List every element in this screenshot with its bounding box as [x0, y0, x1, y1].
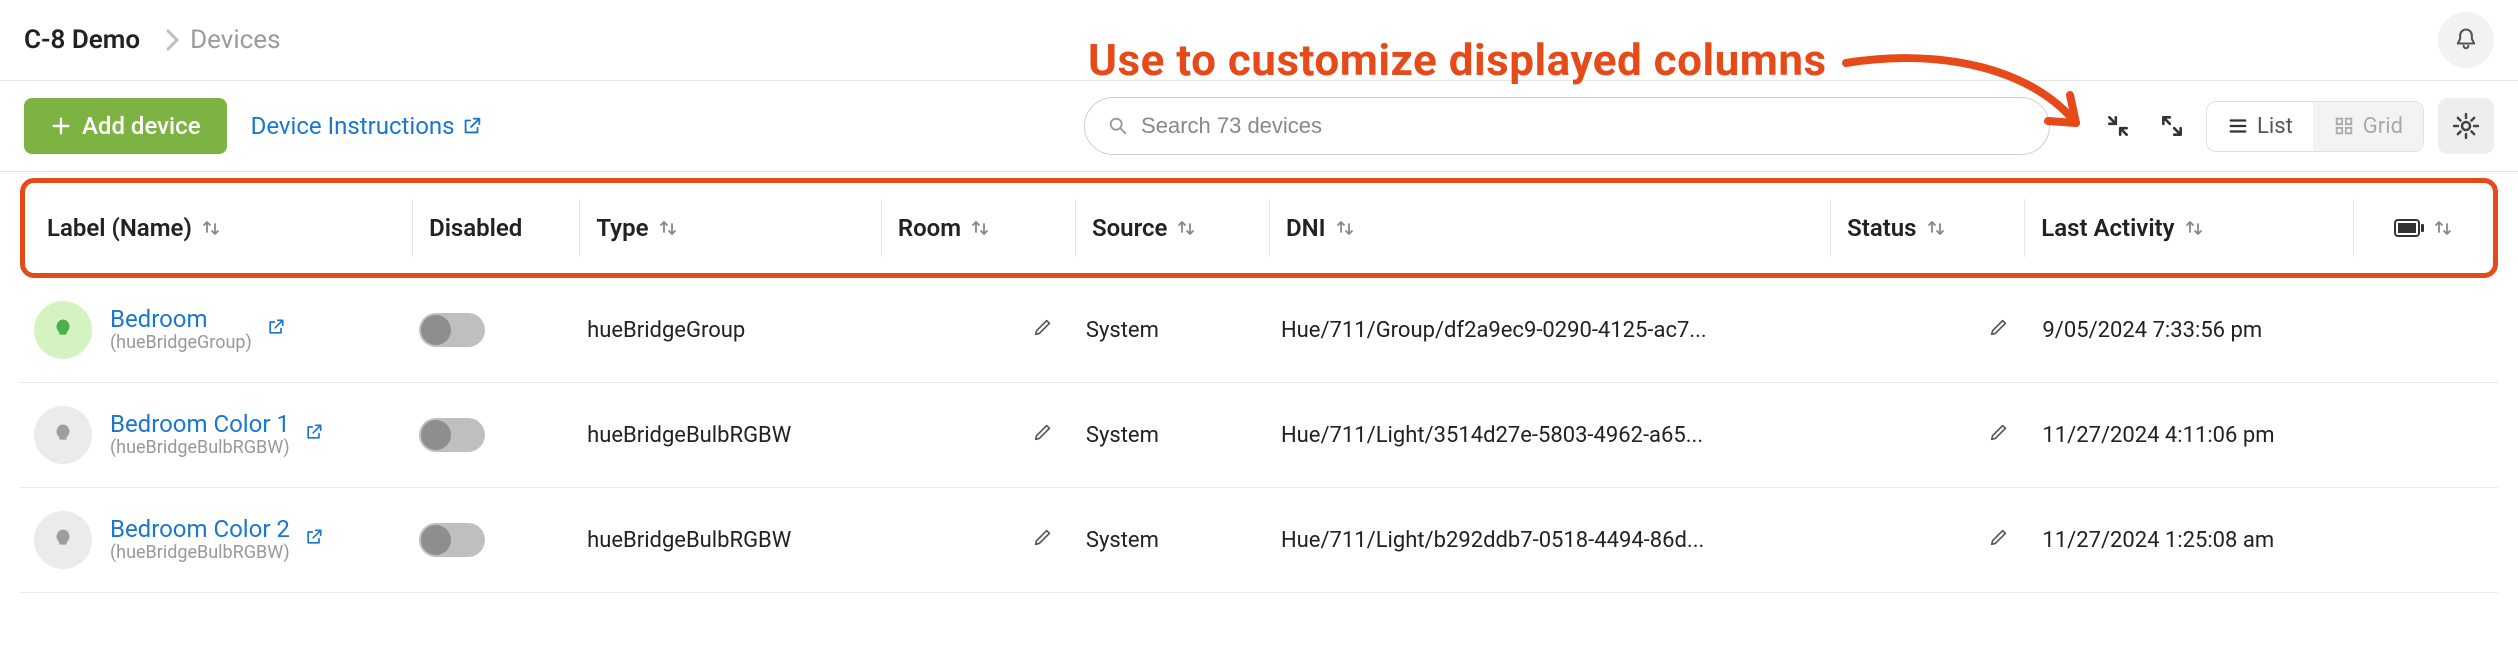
- cell-status: [1831, 421, 2026, 449]
- device-subtype: (hueBridgeBulbRGBW): [110, 543, 290, 564]
- table-body: Bedroom(hueBridgeGroup) hueBridgeGroup Sys…: [20, 278, 2498, 593]
- view-grid-button[interactable]: Grid: [2313, 102, 2423, 151]
- sort-icon: [2185, 218, 2203, 238]
- col-label[interactable]: Label (Name): [25, 199, 412, 257]
- cell-status: [1831, 316, 2026, 344]
- add-device-button[interactable]: Add device: [24, 98, 227, 154]
- sort-icon: [2434, 218, 2452, 238]
- cell-activity: 11/27/2024 1:25:08 am: [2026, 528, 2357, 553]
- search-input-wrapper[interactable]: [1084, 97, 2050, 155]
- col-type[interactable]: Type: [579, 199, 881, 257]
- disabled-toggle[interactable]: [419, 523, 485, 557]
- add-device-label: Add device: [82, 112, 201, 140]
- edit-room-button[interactable]: [1032, 526, 1054, 554]
- table-row: Bedroom(hueBridgeGroup) hueBridgeGroup Sys…: [20, 278, 2498, 383]
- view-list-button[interactable]: List: [2207, 102, 2313, 151]
- plus-icon: [50, 115, 72, 137]
- gear-icon: [2451, 111, 2481, 141]
- table-row: Bedroom Color 1(hueBridgeBulbRGBW) hueBri…: [20, 383, 2498, 488]
- table-header: Label (Name) Disabled Type Room Source D…: [20, 178, 2498, 278]
- list-icon: [2227, 115, 2249, 137]
- cell-dni: Hue/711/Light/b292ddb7-0518-4494-86d...: [1265, 528, 1831, 553]
- view-toggle: List Grid: [2206, 101, 2424, 152]
- cell-label: Bedroom(hueBridgeGroup): [20, 301, 403, 359]
- sort-icon: [1336, 218, 1354, 238]
- device-subtype: (hueBridgeGroup): [110, 333, 252, 354]
- edit-status-button[interactable]: [1988, 526, 2010, 554]
- device-state-icon[interactable]: [34, 406, 92, 464]
- open-device-button[interactable]: [266, 317, 286, 343]
- view-grid-label: Grid: [2363, 114, 2403, 139]
- bulb-icon: [49, 316, 77, 344]
- cell-status: [1831, 526, 2026, 554]
- col-disabled[interactable]: Disabled: [412, 199, 579, 257]
- notifications-button[interactable]: [2438, 12, 2494, 68]
- device-state-icon[interactable]: [34, 511, 92, 569]
- col-battery[interactable]: [2353, 199, 2493, 257]
- col-dni[interactable]: DNI: [1269, 199, 1830, 257]
- breadcrumb-leaf: Devices: [190, 25, 280, 55]
- edit-status-button[interactable]: [1988, 316, 2010, 344]
- breadcrumb-root[interactable]: C-8 Demo: [24, 25, 140, 55]
- col-room[interactable]: Room: [881, 199, 1075, 257]
- collapse-button[interactable]: [2098, 106, 2138, 146]
- cell-room: [875, 316, 1070, 344]
- open-device-button[interactable]: [304, 422, 324, 448]
- device-label-link[interactable]: Bedroom Color 1: [110, 411, 290, 439]
- chevron-right-icon: [164, 28, 180, 52]
- col-status[interactable]: Status: [1830, 199, 2024, 257]
- cell-disabled: [403, 523, 571, 557]
- col-source[interactable]: Source: [1075, 199, 1269, 257]
- cell-dni: Hue/711/Group/df2a9ec9-0290-4125-ac7...: [1265, 318, 1831, 343]
- cell-activity: 11/27/2024 4:11:06 pm: [2026, 423, 2357, 448]
- cell-label: Bedroom Color 2(hueBridgeBulbRGBW): [20, 511, 403, 569]
- sort-icon: [659, 218, 677, 238]
- expand-icon: [2159, 113, 2185, 139]
- device-instructions-link[interactable]: Device Instructions: [251, 112, 483, 140]
- disabled-toggle[interactable]: [419, 418, 485, 452]
- cell-label: Bedroom Color 1(hueBridgeBulbRGBW): [20, 406, 403, 464]
- grid-icon: [2333, 115, 2355, 137]
- device-instructions-label: Device Instructions: [251, 112, 455, 140]
- sort-icon: [1927, 218, 1945, 238]
- cell-type: hueBridgeBulbRGBW: [571, 528, 875, 553]
- cell-disabled: [403, 313, 571, 347]
- disabled-toggle[interactable]: [419, 313, 485, 347]
- table-row: Bedroom Color 2(hueBridgeBulbRGBW) hueBri…: [20, 488, 2498, 593]
- cell-disabled: [403, 418, 571, 452]
- edit-status-button[interactable]: [1988, 421, 2010, 449]
- search-icon: [1107, 115, 1129, 137]
- expand-button[interactable]: [2152, 106, 2192, 146]
- cell-source: System: [1070, 528, 1265, 553]
- col-activity[interactable]: Last Activity: [2024, 199, 2352, 257]
- collapse-icon: [2105, 113, 2131, 139]
- bulb-icon: [49, 421, 77, 449]
- cell-type: hueBridgeBulbRGBW: [571, 423, 875, 448]
- cell-dni: Hue/711/Light/3514d27e-5803-4962-a65...: [1265, 423, 1831, 448]
- edit-room-button[interactable]: [1032, 316, 1054, 344]
- search-input[interactable]: [1139, 112, 2027, 140]
- battery-icon: [2394, 219, 2424, 237]
- device-label-link[interactable]: Bedroom: [110, 306, 252, 334]
- external-link-icon: [461, 115, 483, 137]
- open-device-button[interactable]: [304, 527, 324, 553]
- cell-source: System: [1070, 318, 1265, 343]
- cell-source: System: [1070, 423, 1265, 448]
- device-label-link[interactable]: Bedroom Color 2: [110, 516, 290, 544]
- sort-icon: [971, 218, 989, 238]
- edit-room-button[interactable]: [1032, 421, 1054, 449]
- bulb-icon: [49, 526, 77, 554]
- view-list-label: List: [2257, 114, 2293, 139]
- device-state-icon[interactable]: [34, 301, 92, 359]
- sort-icon: [202, 218, 220, 238]
- sort-icon: [1177, 218, 1195, 238]
- cell-room: [875, 421, 1070, 449]
- bell-icon: [2452, 26, 2480, 54]
- cell-room: [875, 526, 1070, 554]
- cell-type: hueBridgeGroup: [571, 318, 875, 343]
- column-settings-button[interactable]: [2438, 98, 2494, 154]
- device-subtype: (hueBridgeBulbRGBW): [110, 438, 290, 459]
- cell-activity: 9/05/2024 7:33:56 pm: [2026, 318, 2357, 343]
